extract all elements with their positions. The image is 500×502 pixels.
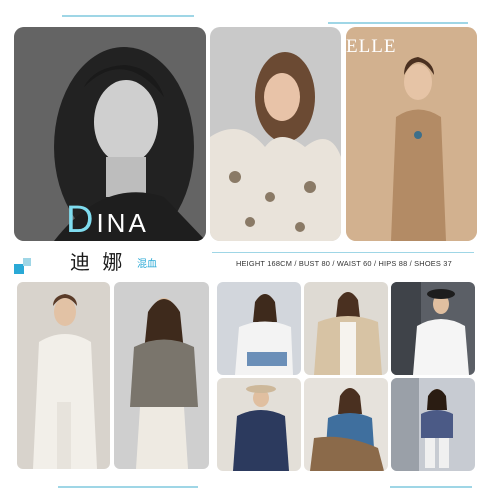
beige-coat-photo	[304, 282, 388, 375]
magazine-logo: ELLE	[346, 36, 397, 57]
magazine-cover-photo	[346, 27, 477, 241]
blue-sweater-photo	[304, 378, 388, 471]
model-measurements: HEIGHT 168CM / BUST 80 / WAIST 60 / HIPS…	[236, 259, 452, 268]
model-name-latin: DINA	[66, 199, 149, 242]
fur-coat-photo	[210, 27, 341, 241]
heritage-label: 混血	[137, 259, 157, 270]
street-style-photo	[391, 378, 475, 471]
bottom-accent-line	[58, 486, 198, 488]
bottom-right-accent-line	[390, 486, 472, 488]
puffer-jacket-photo	[391, 282, 475, 375]
white-coat-photo	[17, 282, 110, 469]
name-rest: INA	[96, 208, 149, 238]
top-right-accent-line	[328, 22, 468, 24]
navy-coat-photo	[217, 378, 301, 471]
divider-line	[212, 252, 474, 253]
top-accent-line	[62, 15, 194, 17]
silk-blouse-photo	[114, 282, 209, 469]
model-name-chinese: 迪 娜	[70, 250, 126, 274]
white-sweater-photo	[217, 282, 301, 375]
decorative-squares-icon	[14, 258, 36, 274]
name-initial: D	[66, 199, 97, 241]
